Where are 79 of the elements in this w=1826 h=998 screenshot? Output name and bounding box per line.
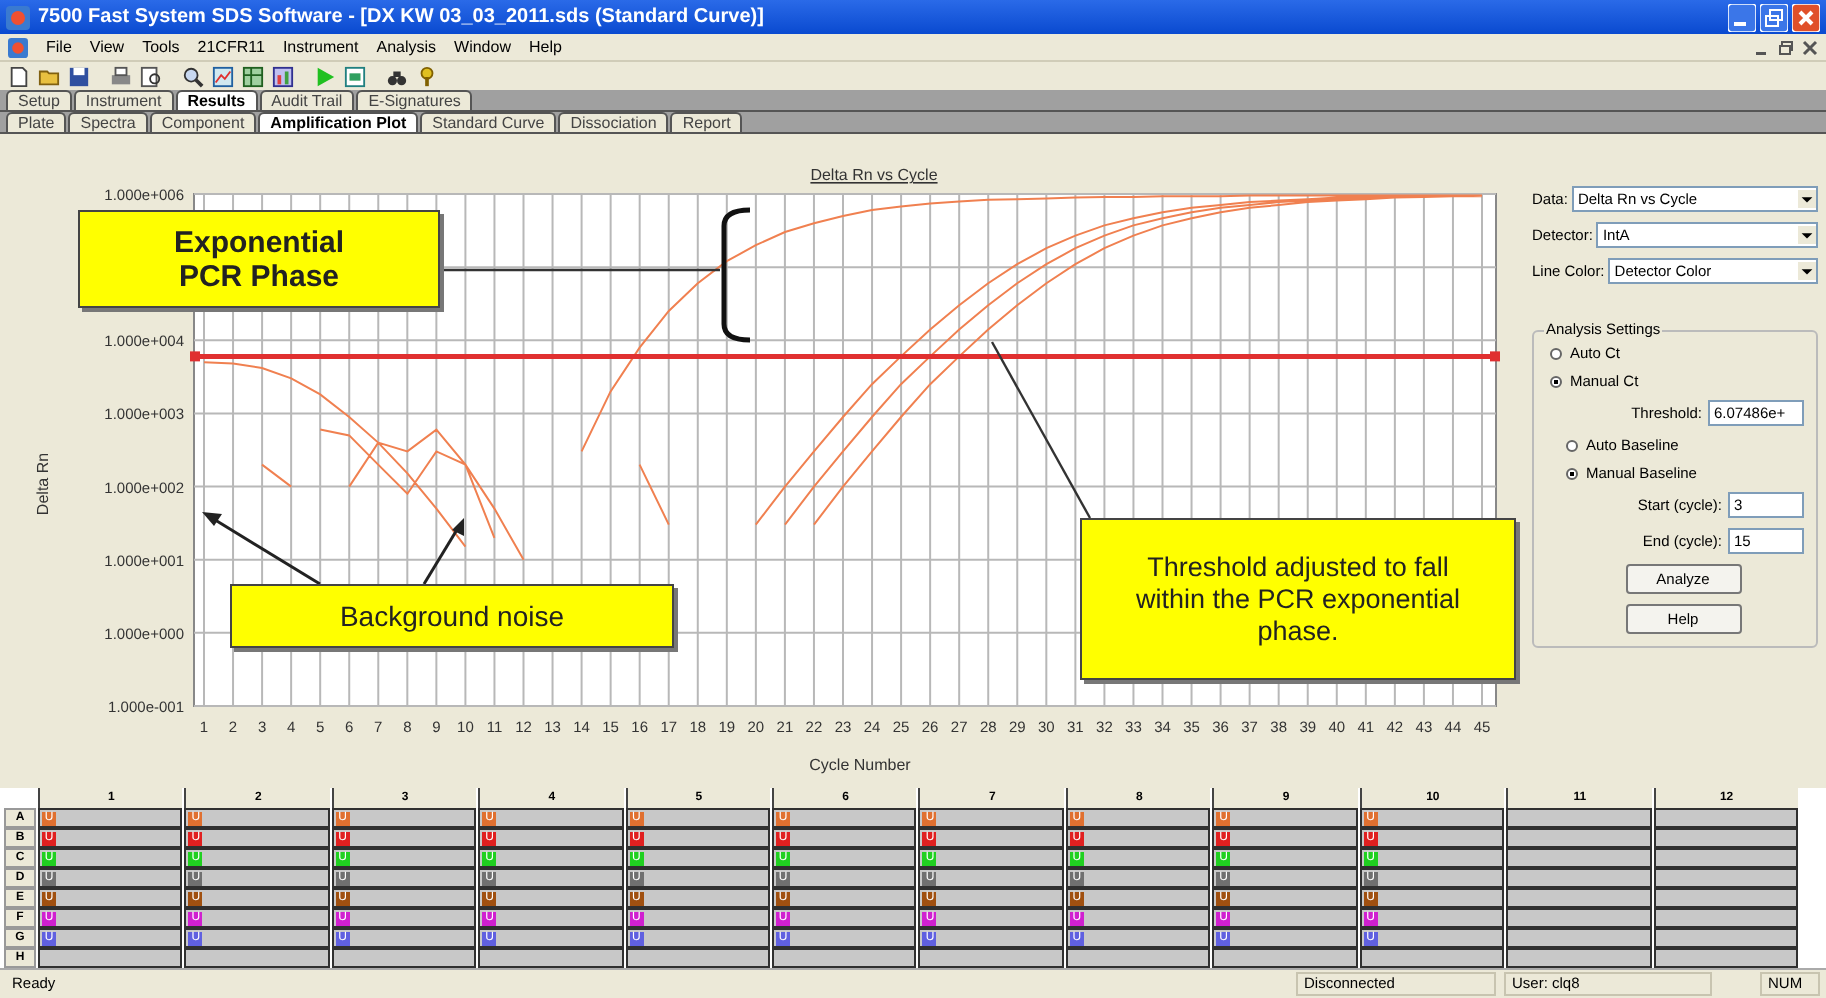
tab[interactable]: Instrument bbox=[73, 90, 174, 110]
y-axis-title: Delta Rn bbox=[34, 452, 52, 516]
caret-icon bbox=[1798, 262, 1816, 280]
save-icon[interactable] bbox=[68, 65, 90, 87]
arrow bbox=[422, 518, 464, 585]
callout-note: Background noise bbox=[230, 584, 674, 648]
minimize-icon[interactable] bbox=[1728, 3, 1756, 31]
plate-well[interactable] bbox=[1653, 868, 1798, 888]
document-icon[interactable] bbox=[8, 37, 28, 57]
window-title: 7500 Fast System SDS Software - [DX KW 03_03_2011.sds (Standard Curve)] bbox=[38, 6, 764, 28]
menu-item[interactable]: Window bbox=[454, 38, 511, 56]
chart-icon[interactable] bbox=[212, 65, 234, 87]
menu-item[interactable]: Instrument bbox=[282, 38, 359, 56]
plate-well[interactable] bbox=[1506, 808, 1652, 828]
plate-well[interactable] bbox=[1359, 948, 1505, 968]
menu-item[interactable]: Help bbox=[528, 38, 562, 56]
plate-well[interactable] bbox=[331, 948, 477, 968]
tab[interactable]: Standard Curve bbox=[420, 112, 557, 132]
tab[interactable]: Setup bbox=[6, 90, 72, 110]
menu-item[interactable]: Analysis bbox=[376, 38, 437, 56]
caret-icon bbox=[1798, 190, 1816, 208]
plate-well[interactable] bbox=[1653, 808, 1798, 828]
plate-well[interactable] bbox=[1653, 848, 1798, 868]
restore-icon[interactable] bbox=[1778, 39, 1794, 55]
x-axis-title: Cycle Number bbox=[809, 756, 911, 774]
plate-well[interactable] bbox=[1653, 948, 1798, 968]
app-icon bbox=[6, 5, 30, 29]
restore-icon[interactable] bbox=[1760, 3, 1788, 31]
plate-well[interactable] bbox=[478, 948, 624, 968]
plate-well[interactable] bbox=[1506, 908, 1652, 928]
plate-well[interactable] bbox=[1506, 888, 1652, 908]
plate-well[interactable] bbox=[1506, 868, 1652, 888]
menu-item[interactable]: Tools bbox=[142, 38, 180, 56]
plate-well[interactable] bbox=[1506, 928, 1652, 948]
plate-well[interactable] bbox=[1506, 948, 1652, 968]
plate-well[interactable] bbox=[1506, 828, 1652, 848]
printer-icon[interactable] bbox=[110, 65, 132, 87]
tab[interactable]: Report bbox=[670, 112, 743, 132]
menu-item[interactable]: 21CFR11 bbox=[197, 38, 265, 56]
tab[interactable]: Dissociation bbox=[558, 112, 669, 132]
plate-well[interactable] bbox=[1653, 928, 1798, 948]
tab[interactable]: Results bbox=[175, 90, 258, 110]
menu-item[interactable]: File bbox=[46, 38, 72, 56]
tab[interactable]: Plate bbox=[6, 112, 67, 132]
tab[interactable]: Audit Trail bbox=[259, 90, 355, 110]
plate-well[interactable] bbox=[38, 948, 183, 968]
print-preview-icon[interactable] bbox=[140, 65, 162, 87]
arrow bbox=[202, 512, 321, 586]
window-icon[interactable] bbox=[344, 65, 366, 87]
radio-button[interactable] bbox=[1566, 439, 1578, 451]
callout-note: Threshold adjusted to fall within the PCR exponential phase. bbox=[1080, 518, 1516, 680]
plate-well[interactable] bbox=[1506, 848, 1652, 868]
plate-well[interactable] bbox=[918, 948, 1064, 968]
tab[interactable]: Component bbox=[149, 112, 257, 132]
table-icon[interactable] bbox=[242, 65, 264, 87]
plate-well[interactable] bbox=[625, 948, 771, 968]
plate-well[interactable] bbox=[1212, 948, 1358, 968]
radio-button[interactable] bbox=[1550, 375, 1562, 387]
bracket-icon bbox=[721, 207, 751, 343]
tab[interactable]: Spectra bbox=[68, 112, 148, 132]
key-icon[interactable] bbox=[416, 65, 438, 87]
graph-icon[interactable] bbox=[272, 65, 294, 87]
tab[interactable]: E-Signatures bbox=[356, 90, 473, 110]
menu-item[interactable]: View bbox=[89, 38, 125, 56]
plate-well[interactable] bbox=[1653, 908, 1798, 928]
plate-well[interactable] bbox=[1653, 828, 1798, 848]
plate-well[interactable] bbox=[1065, 948, 1211, 968]
plate-well[interactable] bbox=[1653, 888, 1798, 908]
tab[interactable]: Amplification Plot bbox=[258, 112, 419, 132]
radio-button[interactable] bbox=[1550, 347, 1562, 359]
caret-icon bbox=[1798, 226, 1816, 244]
chart-title: Delta Rn vs Cycle bbox=[810, 166, 938, 184]
plate-well[interactable] bbox=[772, 948, 917, 968]
threshold-line[interactable] bbox=[190, 351, 1500, 362]
magnifier-icon[interactable] bbox=[182, 65, 204, 87]
close-icon[interactable] bbox=[1802, 39, 1818, 55]
plate-well[interactable] bbox=[184, 948, 330, 968]
callout-note: Exponential PCR Phase bbox=[78, 210, 440, 308]
radio-button[interactable] bbox=[1566, 467, 1578, 479]
